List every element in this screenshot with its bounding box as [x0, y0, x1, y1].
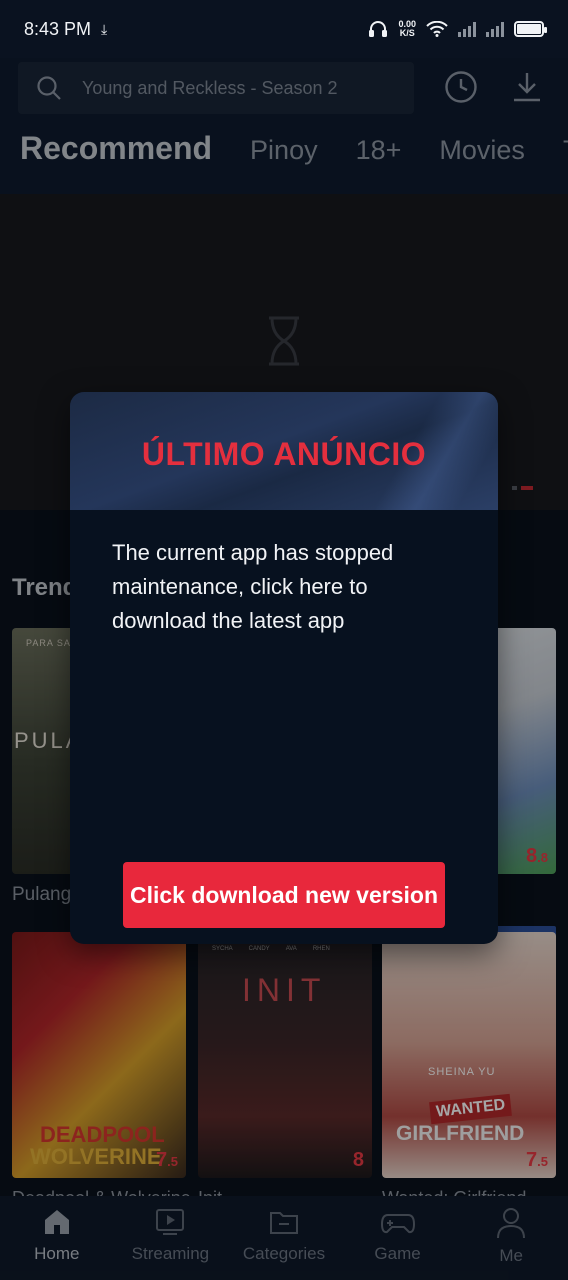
- signal-icon: [458, 21, 476, 37]
- signal-icon-2: [486, 21, 504, 37]
- wifi-icon: [426, 21, 448, 37]
- dialog-header: ÚLTIMO ANÚNCIO: [70, 392, 498, 510]
- net-speed-unit: K/S: [399, 28, 415, 38]
- status-icons: 0.00 K/S: [368, 20, 547, 38]
- net-speed: 0.00 K/S: [398, 20, 416, 38]
- status-time: 8:43 PM: [24, 18, 92, 39]
- download-new-version-button[interactable]: Click download new version: [123, 862, 445, 928]
- announcement-dialog: ÚLTIMO ANÚNCIO The current app has stopp…: [70, 392, 498, 944]
- battery-icon: [514, 21, 547, 37]
- status-bar: 8:43 PM ⤓ 0.00 K/S: [0, 0, 568, 58]
- headset-icon: [369, 21, 388, 37]
- dialog-title: ÚLTIMO ANÚNCIO: [141, 436, 427, 472]
- dialog-message: The current app has stopped maintenance,…: [112, 540, 394, 633]
- download-status-icon: ⤓: [101, 20, 108, 37]
